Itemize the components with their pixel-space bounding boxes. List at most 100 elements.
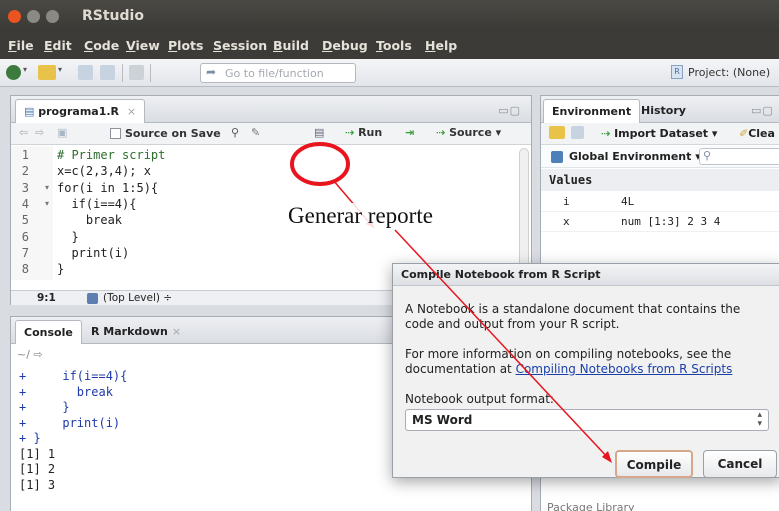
title-bar: RStudio bbox=[0, 0, 779, 33]
tab-programa1[interactable]: ▤ programa1.R × bbox=[15, 99, 146, 123]
tab-label: programa1.R bbox=[38, 105, 120, 118]
source-button[interactable]: ⇢ Source ▾ bbox=[436, 126, 501, 139]
code-line[interactable]: break bbox=[57, 213, 122, 227]
cancel-button[interactable]: Cancel bbox=[703, 450, 777, 478]
tab-environment[interactable]: Environment bbox=[543, 99, 641, 123]
line-number: 8 bbox=[21, 262, 29, 277]
console-line: [1] 2 bbox=[19, 462, 56, 476]
code-line[interactable]: } bbox=[57, 262, 64, 276]
code-tools-icon[interactable]: ✎ bbox=[251, 126, 260, 139]
select-arrows-icon: ▴ ▾ bbox=[757, 410, 762, 429]
menu-plots[interactable]: Plots bbox=[168, 38, 203, 53]
rerun-icon[interactable]: ⇥ bbox=[405, 126, 414, 139]
line-number: 1 bbox=[21, 148, 29, 162]
save-icon[interactable] bbox=[78, 65, 93, 80]
console-line: + break bbox=[19, 384, 113, 399]
file-icon: ▤ bbox=[24, 105, 35, 118]
goto-file-input[interactable]: ➦ Go to file/function bbox=[200, 63, 356, 83]
fold-toggle-icon[interactable]: ▾ bbox=[45, 183, 49, 192]
format-label: Notebook output format: bbox=[405, 392, 554, 406]
scope-icon bbox=[87, 293, 98, 304]
project-menu[interactable]: Project: (None) bbox=[688, 66, 770, 79]
compile-notebook-icon[interactable]: ▤ bbox=[314, 126, 324, 139]
main-toolbar: ▾ ▾ ➦ Go to file/function R Project: (No… bbox=[0, 59, 779, 87]
code-line[interactable]: if(i==4){ bbox=[57, 197, 136, 211]
forward-icon[interactable]: ⇨ bbox=[35, 126, 44, 139]
dialog-title: Compile Notebook from R Script bbox=[393, 264, 779, 286]
fold-toggle-icon[interactable]: ▾ bbox=[45, 199, 49, 208]
env-row[interactable]: i 4L bbox=[541, 192, 779, 212]
load-workspace-icon[interactable] bbox=[549, 126, 565, 139]
env-row[interactable]: x num [1:3] 2 3 4 bbox=[541, 212, 779, 232]
global-env-selector[interactable]: Global Environment ▾ bbox=[569, 150, 701, 163]
open-project-icon[interactable] bbox=[38, 65, 56, 80]
menu-session[interactable]: Session bbox=[213, 38, 267, 53]
menu-view[interactable]: View bbox=[126, 38, 160, 53]
menu-build[interactable]: Build bbox=[273, 38, 309, 53]
save-workspace-icon[interactable] bbox=[571, 126, 584, 139]
minimize-window-button[interactable] bbox=[27, 10, 40, 23]
code-line[interactable]: } bbox=[57, 230, 78, 244]
scope-selector[interactable]: (Top Level) ÷ bbox=[103, 292, 172, 304]
console-line: + } bbox=[19, 431, 41, 445]
goto-arrow-icon: ➦ bbox=[206, 65, 217, 79]
line-number: 3 bbox=[21, 180, 29, 195]
new-file-dropdown-icon[interactable]: ▾ bbox=[23, 65, 30, 80]
tab-r-markdown[interactable]: R Markdown × bbox=[83, 320, 189, 344]
editor-toolbar: ⇦ ⇨ ▣ Source on Save ⚲ ✎ ▤ ⇢ Run ⇥ ⇢ Sou… bbox=[11, 123, 531, 145]
close-window-button[interactable] bbox=[8, 10, 21, 23]
menu-edit[interactable]: Edit bbox=[44, 38, 72, 53]
back-icon[interactable]: ⇦ bbox=[19, 126, 28, 139]
values-section-header[interactable]: Values bbox=[541, 169, 779, 191]
clear-workspace-button[interactable]: ✐Clea bbox=[739, 127, 775, 140]
code-line[interactable]: for(i in 1:5){ bbox=[57, 181, 158, 195]
compiling-notebooks-link[interactable]: Compiling Notebooks from R Scripts bbox=[516, 362, 733, 376]
menu-debug[interactable]: Debug bbox=[322, 38, 368, 53]
env-tabstrip: Environment History ▭▢ bbox=[541, 96, 779, 123]
source-on-save-checkbox[interactable] bbox=[110, 128, 121, 139]
line-number: 7 bbox=[21, 245, 29, 260]
tab-history[interactable]: History bbox=[633, 99, 694, 123]
pane-minmax-icon[interactable]: ▭▢ bbox=[498, 104, 521, 117]
env-search-input[interactable]: ⚲ bbox=[699, 148, 779, 165]
compile-button[interactable]: Compile bbox=[615, 450, 693, 478]
code-line[interactable]: print(i) bbox=[57, 246, 129, 260]
print-icon[interactable] bbox=[129, 65, 144, 80]
line-number: 4 bbox=[21, 196, 29, 211]
run-button[interactable]: ⇢ Run bbox=[345, 126, 382, 139]
code-line[interactable]: x=c(2,3,4); x bbox=[57, 164, 151, 178]
console-line: [1] 1 bbox=[19, 446, 56, 461]
close-tab-icon[interactable]: × bbox=[127, 105, 136, 118]
menu-bar: File Edit Code View Plots Session Build … bbox=[0, 33, 779, 59]
maximize-window-button[interactable] bbox=[46, 10, 59, 23]
line-number: 5 bbox=[21, 213, 29, 228]
r-env-icon bbox=[551, 151, 563, 163]
save-file-icon[interactable]: ▣ bbox=[57, 126, 67, 139]
working-dir[interactable]: ~/ ⇨ bbox=[17, 348, 43, 361]
save-all-icon[interactable] bbox=[100, 65, 115, 80]
line-number: 2 bbox=[21, 164, 29, 179]
project-icon: R bbox=[671, 65, 683, 79]
env-toolbar: ⇢ Import Dataset ▾ ✐Clea bbox=[541, 123, 779, 145]
line-number: 6 bbox=[21, 229, 29, 244]
menu-tools[interactable]: Tools bbox=[376, 38, 412, 53]
import-dataset-button[interactable]: ⇢ Import Dataset ▾ bbox=[601, 127, 717, 140]
new-file-icon[interactable] bbox=[6, 65, 21, 80]
find-icon[interactable]: ⚲ bbox=[231, 126, 239, 139]
search-icon: ⚲ bbox=[703, 149, 712, 162]
dialog-more-info: For more information on compiling notebo… bbox=[405, 347, 733, 376]
line-number-gutter: 1 2 3 ▾ 4 ▾ 5 6 7 8 bbox=[11, 146, 53, 280]
menu-help[interactable]: Help bbox=[425, 38, 457, 53]
menu-code[interactable]: Code bbox=[84, 38, 119, 53]
menu-file[interactable]: File bbox=[8, 38, 34, 53]
editor-tabstrip: ▤ programa1.R × ▭▢ bbox=[11, 96, 531, 123]
output-format-select[interactable]: MS Word ▴ ▾ bbox=[405, 409, 769, 431]
env-minmax-icon[interactable]: ▭▢ bbox=[751, 104, 774, 117]
open-dropdown-icon[interactable]: ▾ bbox=[58, 65, 65, 80]
tab-console[interactable]: Console bbox=[15, 320, 82, 344]
code-line[interactable]: # Primer script bbox=[57, 148, 165, 162]
package-library-label: Package Library bbox=[547, 501, 635, 511]
compile-notebook-dialog: Compile Notebook from R Script A Noteboo… bbox=[392, 263, 779, 478]
environment-pane: Environment History ▭▢ ⇢ Import Dataset … bbox=[540, 95, 779, 270]
console-line: + print(i) bbox=[19, 415, 121, 430]
